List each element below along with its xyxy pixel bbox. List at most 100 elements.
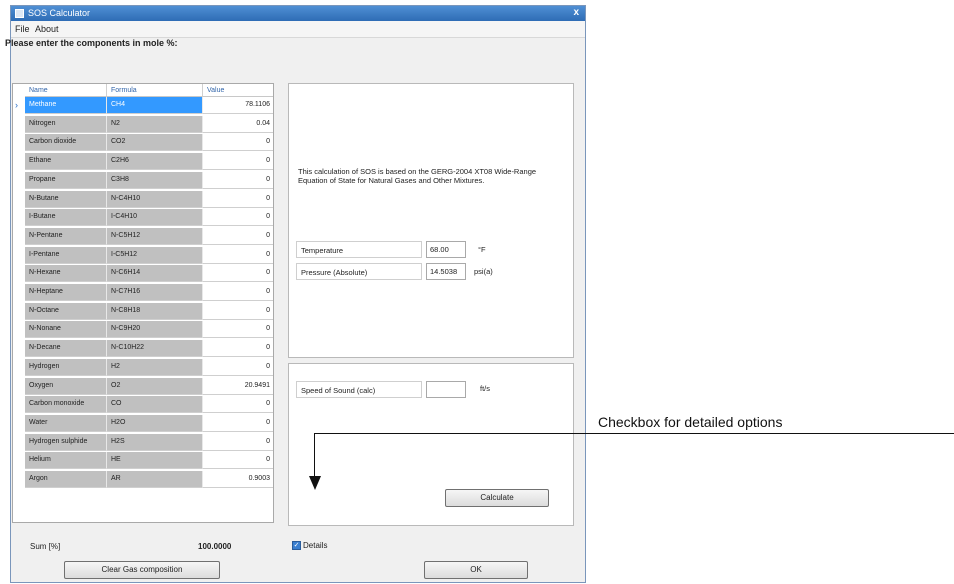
speed-of-sound-label: Speed of Sound (calc) [296,381,422,398]
component-value-cell[interactable]: 78.1106 [203,97,273,114]
component-name-cell: N-Pentane [25,227,107,245]
component-value-cell[interactable]: 0 [203,396,273,414]
component-value-cell[interactable]: 20.9491 [203,377,273,395]
component-value-cell[interactable]: 0 [203,246,273,264]
table-row[interactable]: I-Butane I-C4H10 0 [13,209,273,227]
component-name-cell: Ethane [25,153,107,171]
component-name-cell: N-Decane [25,340,107,358]
component-value-cell[interactable]: 0 [203,340,273,358]
table-row[interactable]: Nitrogen N2 0.04 [13,115,273,133]
table-row[interactable]: Propane C3H8 0 [13,171,273,189]
component-value-cell[interactable]: 0 [203,452,273,470]
component-name-cell: Hydrogen sulphide [25,433,107,451]
component-value-cell[interactable]: 0.04 [203,115,273,133]
component-value-cell[interactable]: 0 [203,321,273,339]
component-name-cell: N-Butane [25,190,107,208]
component-value-cell[interactable]: 0 [203,284,273,301]
component-formula-cell: N-C4H10 [107,190,203,208]
table-row[interactable]: N-Octane N-C8H18 0 [13,302,273,320]
title-bar[interactable]: SOS Calculator x [11,6,585,21]
component-value-cell[interactable]: 0 [203,134,273,152]
menu-bar: File About [11,21,585,38]
component-value-cell[interactable]: 0 [203,209,273,227]
component-formula-cell: N-C5H12 [107,227,203,245]
temperature-unit: °F [478,245,486,254]
calculate-button[interactable]: Calculate [445,489,549,507]
component-name-cell: Oxygen [25,377,107,395]
table-row[interactable]: Water H2O 0 [13,414,273,432]
component-value-cell[interactable]: 0 [203,227,273,245]
speed-of-sound-unit: ft/s [480,384,491,393]
table-row[interactable]: N-Decane N-C10H22 0 [13,340,273,358]
sum-value: 100.0000 [198,542,232,551]
table-row[interactable]: Ethane C2H6 0 [13,153,273,171]
ok-button[interactable]: OK [424,561,528,579]
component-formula-cell: H2 [107,358,203,376]
component-formula-cell: N-C9H20 [107,321,203,339]
callout-arrowhead [309,476,321,490]
component-value-cell[interactable]: 0 [203,302,273,320]
component-formula-cell: I-C5H12 [107,246,203,264]
component-name-cell: Propane [25,171,107,189]
component-value-cell[interactable]: 0.9003 [203,471,273,488]
component-formula-cell: CH4 [107,97,203,114]
menu-about[interactable]: About [35,24,59,34]
column-header-name[interactable]: Name [25,84,107,97]
component-formula-cell: C3H8 [107,171,203,189]
component-formula-cell: O2 [107,377,203,395]
callout-pointer-line [314,433,315,477]
component-formula-cell: I-C4H10 [107,209,203,227]
clear-gas-composition-button[interactable]: Clear Gas composition [64,561,220,579]
component-name-cell: Nitrogen [25,115,107,133]
component-value-cell[interactable]: 0 [203,358,273,376]
component-formula-cell: AR [107,471,203,488]
pressure-input[interactable]: 14.5038 [426,263,466,280]
component-name-cell: N-Heptane [25,284,107,301]
component-formula-cell: N2 [107,115,203,133]
current-row-marker: › [15,100,18,110]
table-row[interactable]: N-Pentane N-C5H12 0 [13,227,273,245]
table-row[interactable]: N-Heptane N-C7H16 0 [13,284,273,301]
components-grid: Name Formula Value › Methane CH4 78.1106 Nit… [12,83,274,523]
column-header-formula[interactable]: Formula [107,84,203,97]
component-name-cell: Carbon monoxide [25,396,107,414]
component-name-cell: N-Hexane [25,265,107,283]
component-formula-cell: N-C7H16 [107,284,203,301]
table-row[interactable]: Argon AR 0.9003 [13,471,273,488]
component-value-cell[interactable]: 0 [203,190,273,208]
callout-line [314,433,954,434]
component-formula-cell: CO [107,396,203,414]
table-row[interactable]: N-Nonane N-C9H20 0 [13,321,273,339]
gerg-info-text: This calculation of SOS is based on the … [298,167,537,185]
table-row[interactable]: Oxygen O2 20.9491 [13,377,273,395]
table-row[interactable]: Hydrogen sulphide H2S 0 [13,433,273,451]
table-row[interactable]: Helium HE 0 [13,452,273,470]
component-value-cell[interactable]: 0 [203,171,273,189]
temperature-input[interactable]: 68.00 [426,241,466,258]
table-row[interactable]: N-Butane N-C4H10 0 [13,190,273,208]
component-value-cell[interactable]: 0 [203,414,273,432]
component-formula-cell: N-C6H14 [107,265,203,283]
details-checkbox[interactable]: ✓ [292,541,301,550]
component-name-cell: I-Pentane [25,246,107,264]
menu-file[interactable]: File [15,24,30,34]
component-value-cell[interactable]: 0 [203,265,273,283]
component-value-cell[interactable]: 0 [203,153,273,171]
window-title: SOS Calculator [28,8,91,18]
table-row[interactable]: N-Hexane N-C6H14 0 [13,265,273,283]
table-row[interactable]: Carbon dioxide CO2 0 [13,134,273,152]
table-row[interactable]: Carbon monoxide CO 0 [13,396,273,414]
table-row[interactable]: › Methane CH4 78.1106 [13,97,273,114]
table-row[interactable]: Hydrogen H2 0 [13,358,273,376]
component-name-cell: Argon [25,471,107,488]
column-header-value[interactable]: Value [203,84,273,97]
table-row[interactable]: I-Pentane I-C5H12 0 [13,246,273,264]
component-name-cell: N-Nonane [25,321,107,339]
instruction-label: Please enter the components in mole %: [5,38,178,48]
close-button[interactable]: x [573,7,579,18]
component-formula-cell: N-C10H22 [107,340,203,358]
app-icon [15,9,24,18]
component-value-cell[interactable]: 0 [203,433,273,451]
details-label[interactable]: Details [303,541,327,550]
speed-of-sound-output [426,381,466,398]
